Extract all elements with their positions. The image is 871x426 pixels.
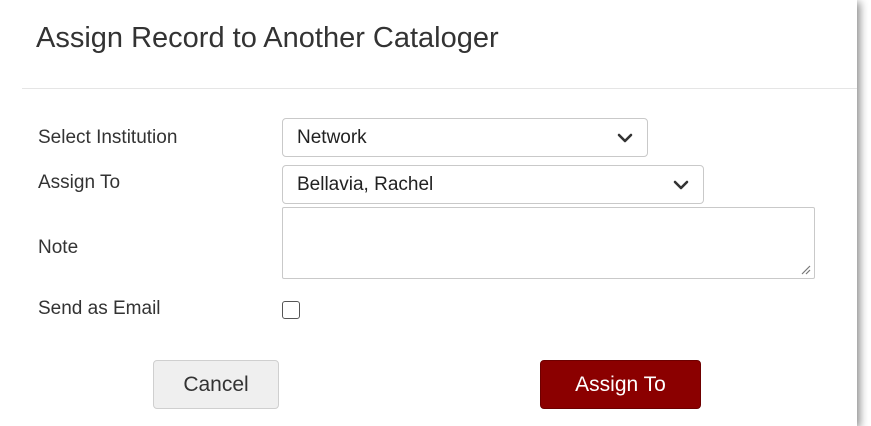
institution-select[interactable]: Network (282, 118, 648, 157)
send-email-checkbox[interactable] (282, 301, 300, 319)
note-label: Note (38, 237, 79, 258)
resize-handle-icon[interactable] (800, 264, 811, 275)
assign-to-button[interactable]: Assign To (540, 360, 701, 409)
chevron-down-icon (673, 180, 689, 190)
assign-to-label: Assign To (38, 172, 121, 193)
assign-to-select[interactable]: Bellavia, Rachel (282, 165, 704, 204)
assign-to-select-value: Bellavia, Rachel (297, 174, 434, 195)
institution-label: Select Institution (38, 127, 178, 148)
dialog-body: Select Institution Network Assign To Bel… (0, 89, 857, 426)
page: Assign Record to Another Cataloger Selec… (0, 0, 871, 426)
dialog-header: Assign Record to Another Cataloger (22, 0, 857, 89)
cancel-button[interactable]: Cancel (153, 360, 279, 409)
note-textarea[interactable] (282, 207, 815, 279)
institution-select-value: Network (297, 127, 367, 148)
send-email-label: Send as Email (38, 298, 161, 319)
dialog-title: Assign Record to Another Cataloger (36, 22, 499, 54)
chevron-down-icon (617, 133, 633, 143)
assign-record-dialog: Assign Record to Another Cataloger Selec… (0, 0, 857, 426)
